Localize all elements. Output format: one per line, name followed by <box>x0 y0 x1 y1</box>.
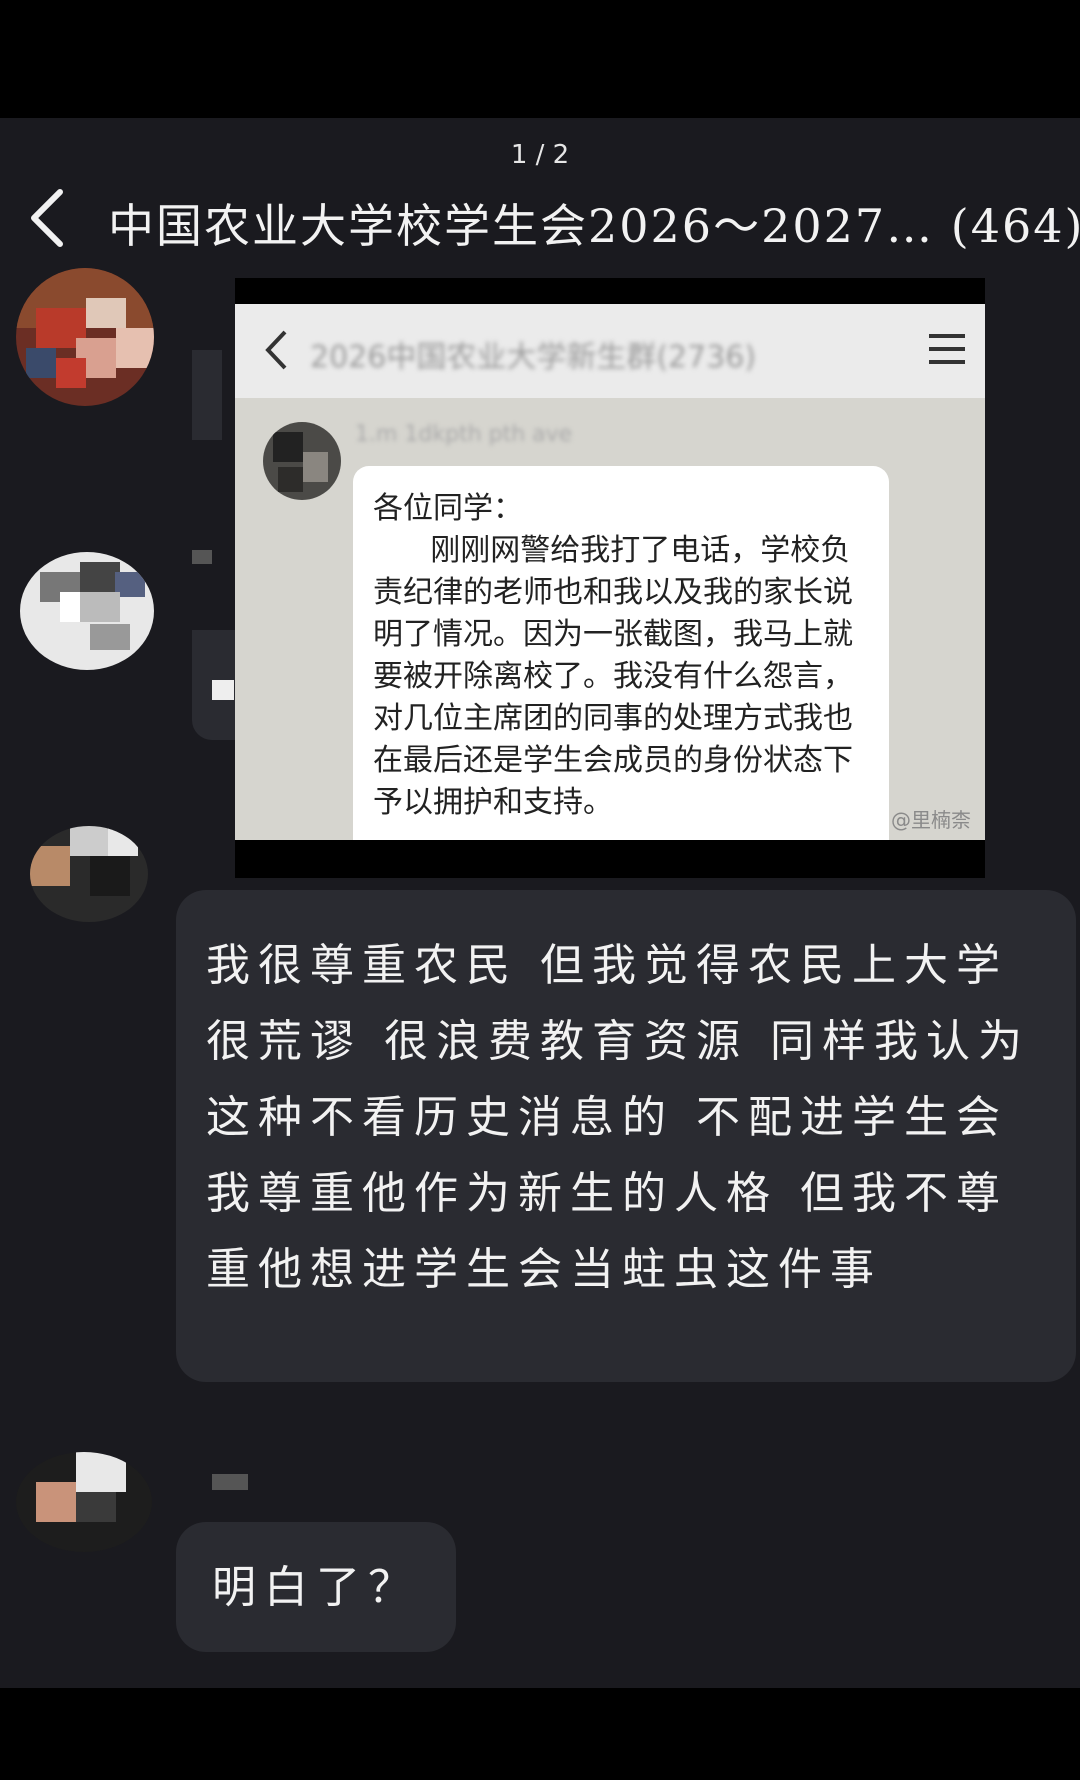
page-indicator: 1 / 2 <box>510 140 570 170</box>
message-text: 明白了？ <box>212 1562 420 1613</box>
avatar[interactable] <box>16 1452 152 1552</box>
back-chevron-icon <box>265 330 287 370</box>
sender-name-redacted <box>192 550 212 564</box>
message-text: 各位同学： 刚刚网警给我打了电话，学校负责纪律的老师也和我以及我的家长说明了情况… <box>373 491 853 820</box>
avatar[interactable] <box>20 552 154 670</box>
message-bubble: 各位同学： 刚刚网警给我打了电话，学校负责纪律的老师也和我以及我的家长说明了情况… <box>353 466 889 840</box>
sender-name-redacted <box>212 1474 248 1490</box>
message-bubble[interactable]: 明白了？ <box>176 1522 456 1652</box>
menu-icon <box>929 334 965 373</box>
chat-title: 中国农业大学校学生会2026～2027… (464) <box>108 199 1080 253</box>
avatar[interactable] <box>16 268 154 406</box>
avatar[interactable] <box>30 826 148 922</box>
watermark: @里楠柰 <box>891 808 971 832</box>
sender-name-redacted <box>192 350 222 440</box>
avatar <box>263 422 341 500</box>
sender-name: 1.m 1dkpth pth ave <box>355 422 573 447</box>
bottom-bar <box>0 1688 1080 1780</box>
shot-header: 2026中国农业大学新生群(2736) <box>235 304 985 398</box>
shared-screenshot-image[interactable]: 2026中国农业大学新生群(2736) 1.m 1dkpth pth ave 各… <box>235 278 985 878</box>
message-bubble[interactable]: 我很尊重农民 但我觉得农民上大学很荒谬 很浪费教育资源 同样我认为这种不看历史消… <box>176 890 1076 1382</box>
back-chevron-icon[interactable] <box>26 188 66 248</box>
shot-title: 2026中国农业大学新生群(2736) <box>310 340 757 375</box>
message-text: 我很尊重农民 但我觉得农民上大学很荒谬 很浪费教育资源 同样我认为这种不看历史消… <box>206 940 1030 1295</box>
